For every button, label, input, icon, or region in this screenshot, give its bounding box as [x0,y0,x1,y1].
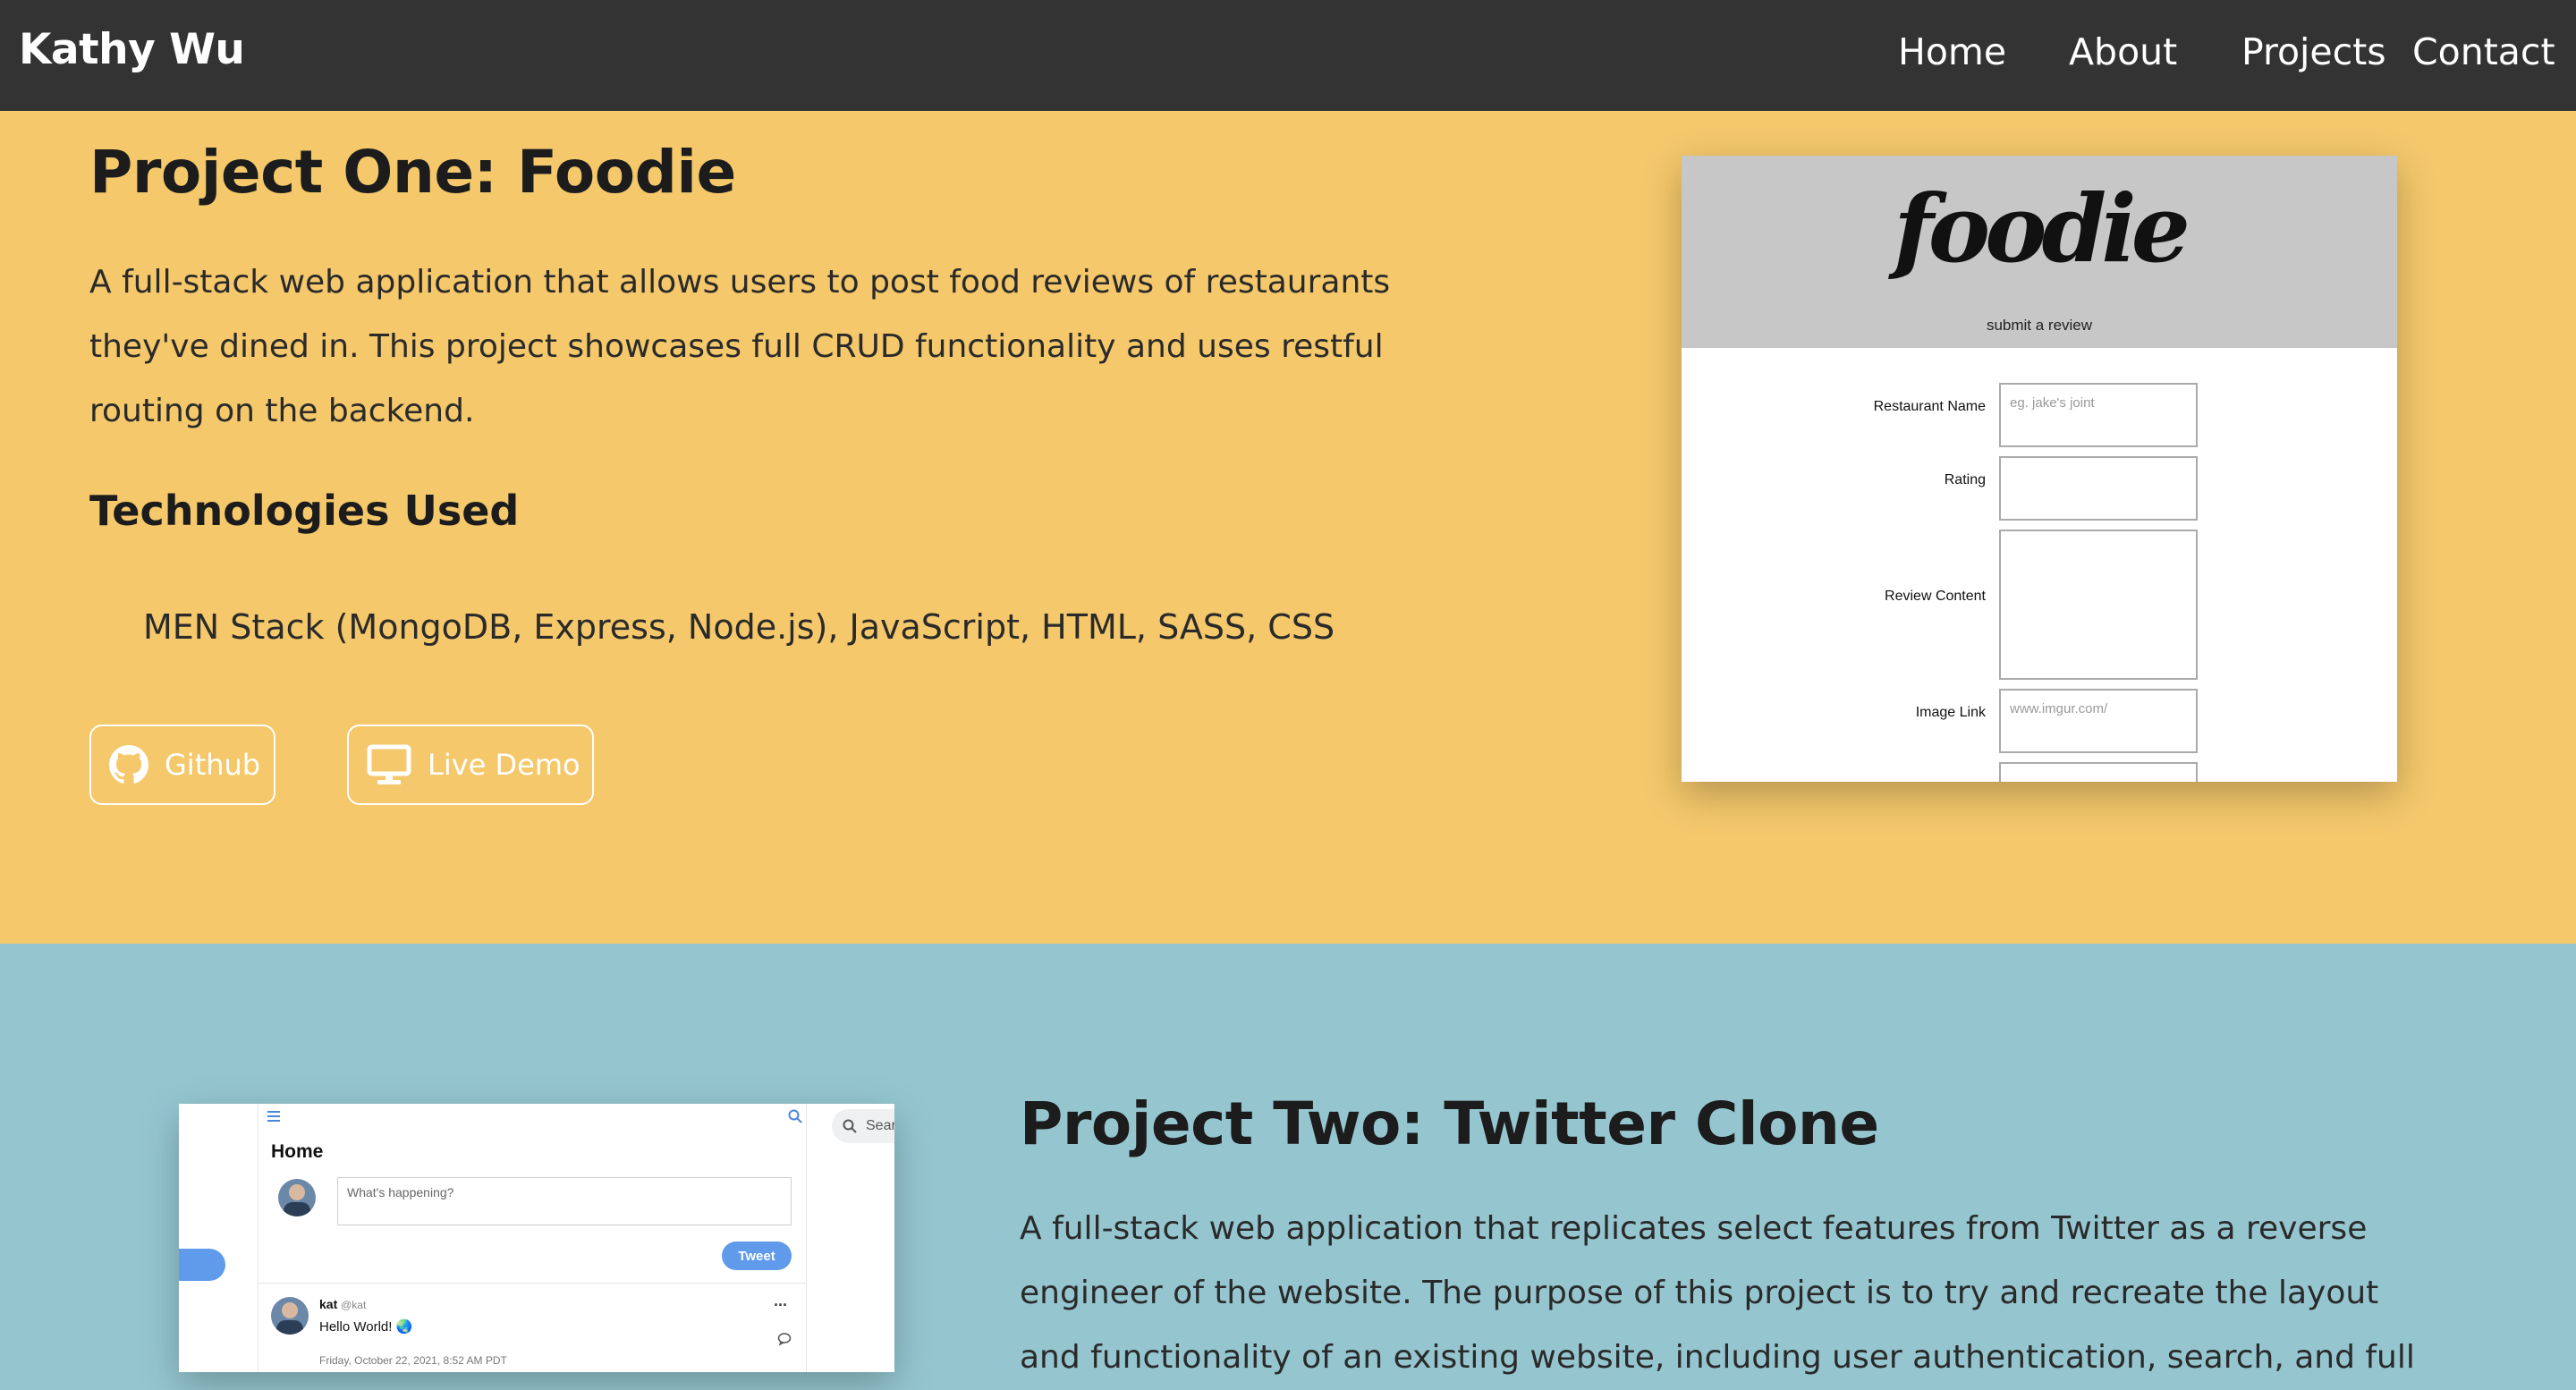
nav-link-projects[interactable]: Projects [2241,30,2386,73]
site-brand[interactable]: Kathy Wu [19,25,245,74]
twitter-search-text: Sear [866,1118,894,1133]
project-one-description: A full-stack web application that allows… [89,264,1391,429]
restaurant-name-label: Restaurant Name [1873,399,1986,414]
foodie-logo: foodie [1894,174,2190,284]
tweet-avatar [271,1297,309,1335]
foodie-screenshot: foodie submit a review Restaurant Name e… [1682,156,2397,782]
live-demo-button[interactable]: Live Demo [347,725,594,805]
nav-link-home[interactable]: Home [1898,30,2006,73]
top-nav: Kathy Wu Home About Projects Contact [0,0,2576,111]
twitter-search-box: Sear [832,1109,894,1143]
project-one-section: Project One: Foodie A full-stack web app… [0,111,2576,944]
image-link-input: www.imgur.com/ [1999,689,2198,753]
tweet-username: kat [319,1297,338,1311]
technologies-heading: Technologies Used [89,487,520,535]
twitter-clone-screenshot: Home What's happening? Tweet kat @kat He… [179,1104,894,1372]
avatar [278,1179,316,1216]
tweet-date: Friday, October 22, 2021, 8:52 AM PDT [319,1354,507,1367]
tweet-author: kat @kat [319,1297,366,1311]
nav-link-contact[interactable]: Contact [2412,30,2555,73]
monitor-icon [367,744,411,784]
tweet-handle: @kat [341,1299,367,1311]
search-icon [843,1119,857,1133]
rating-input [1999,456,2198,521]
rating-label: Rating [1944,472,1986,487]
project-two-title: Project Two: Twitter Clone [1020,1089,1879,1158]
review-content-textarea [1999,530,2198,680]
foodie-subtitle: submit a review [1986,317,2093,334]
github-button[interactable]: Github [89,725,275,805]
menu-icon [267,1111,280,1122]
live-demo-button-label: Live Demo [428,748,580,782]
twitter-main-column: Home What's happening? Tweet kat @kat He… [258,1104,807,1372]
github-button-label: Github [165,748,261,782]
sidebar-tweet-pill [179,1249,225,1281]
reply-icon [777,1333,792,1345]
tweet-button: Tweet [722,1242,792,1270]
github-icon [109,745,148,784]
compose-input: What's happening? [337,1177,792,1225]
project-two-description: A full-stack web application that replic… [1020,1210,2415,1376]
search-icon [788,1109,802,1123]
nav-link-about[interactable]: About [2069,30,2177,73]
next-input [1999,762,2198,782]
project-one-title: Project One: Foodie [89,138,736,207]
more-icon: ... [774,1292,788,1309]
divider [258,1283,806,1284]
tweet-text: Hello World! 🌏 [319,1319,413,1335]
twitter-home-heading: Home [271,1141,324,1162]
restaurant-name-input: eg. jake's joint [1999,383,2198,447]
review-content-label: Review Content [1885,589,1986,604]
image-link-label: Image Link [1915,705,1986,720]
technologies-list: MEN Stack (MongoDB, Express, Node.js), J… [143,607,1335,647]
